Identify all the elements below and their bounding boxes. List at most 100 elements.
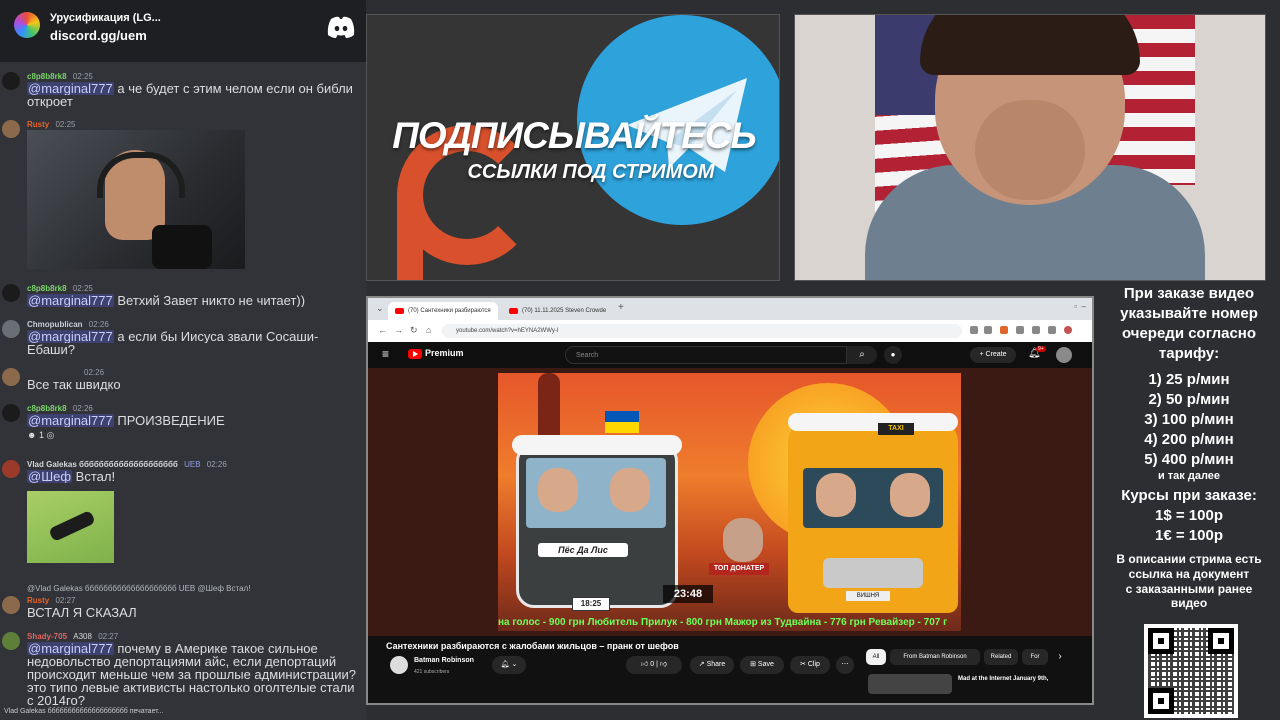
like-count: 0 <box>650 661 655 668</box>
username[interactable]: c8p8b8rk8 <box>27 404 67 413</box>
tariff-etc: и так далее <box>1157 470 1221 482</box>
more-actions-button[interactable]: ⋯ <box>836 656 854 674</box>
window-controls[interactable]: ▫ – <box>1074 302 1086 311</box>
avatar[interactable] <box>2 120 20 138</box>
chip-all[interactable]: All <box>866 649 886 665</box>
avatar[interactable] <box>2 368 20 386</box>
chip-from-channel[interactable]: From Batman Robinson <box>890 649 980 665</box>
video-frame[interactable]: Пёс Да Лис TAXI ВИШНЯ ТОП ДОНАТЕР 18:25 … <box>498 373 961 631</box>
extension-icon[interactable] <box>970 326 978 334</box>
mic-icon[interactable]: ● <box>884 346 902 364</box>
message-text: @marginal777 почему в Америке такое силь… <box>27 642 366 655</box>
server-name: Урусификация (LG... <box>50 12 161 24</box>
tariff-item: 5) 400 р/мин <box>1144 451 1234 468</box>
home-icon[interactable]: ⌂ <box>426 325 431 335</box>
forward-icon[interactable]: → <box>394 325 403 335</box>
message-text-line: недовольство депортациями айс, если депо… <box>27 655 337 668</box>
face <box>610 468 650 512</box>
avatar[interactable] <box>2 72 20 90</box>
message-text: @marginal777 ПРОИЗВЕДЕНИЕ <box>27 414 366 427</box>
username[interactable]: Vlad Galekas бббббббббббббббббббб <box>27 460 178 469</box>
server-invite-link[interactable]: discord.gg/uem <box>50 28 147 43</box>
info-line: При заказе видео <box>1123 285 1255 302</box>
video-title[interactable]: Сантехники разбираются с жалобами жильцо… <box>386 641 679 651</box>
timestamp: 02:26 <box>206 460 227 469</box>
create-button[interactable]: + Create <box>970 347 1016 363</box>
mention[interactable]: @marginal777 <box>27 330 114 343</box>
address-bar: ← → ↻ ⌂ youtube.com/watch?v=hEYNA2WWy-I <box>368 320 1092 343</box>
avatar[interactable] <box>2 460 20 478</box>
figure-lying <box>48 509 96 543</box>
reaction[interactable]: ☻ 1 ◎ <box>27 430 54 441</box>
microphone <box>152 225 212 269</box>
info-line: тарифу: <box>1158 345 1220 362</box>
recommended-thumbnail[interactable] <box>868 674 952 694</box>
username[interactable]: Chmopublican <box>27 320 83 329</box>
new-tab-icon[interactable]: + <box>618 302 624 313</box>
chip-related[interactable]: Related <box>984 649 1018 665</box>
subscribe-bell-button[interactable]: 🔔︎ ⌄ <box>492 656 526 674</box>
message-list[interactable]: c8p8b8rk8 02:25 @marginal777 а че будет … <box>0 62 366 720</box>
extension-icon[interactable] <box>1032 326 1040 334</box>
browser-tab[interactable]: (70) Сантехники разбираются <box>388 302 498 320</box>
user-avatar[interactable] <box>1056 347 1072 363</box>
username[interactable]: Rusty <box>27 596 49 605</box>
mention[interactable]: @Шеф <box>27 470 73 483</box>
search-input[interactable]: Search <box>565 346 847 364</box>
typing-indicator: Vlad Galekas бббббббббббббббббббб печата… <box>4 708 164 715</box>
extension-icon[interactable] <box>1016 326 1024 334</box>
mention[interactable]: @marginal777 <box>27 414 114 427</box>
rates-title: Курсы при заказе: <box>1121 487 1257 504</box>
tab-search-chevron-icon[interactable]: ⌄ <box>376 303 384 314</box>
reply-preview[interactable]: @Vlad Galekas бббббббббббббббббббб UEB @… <box>27 584 250 593</box>
tariff-item: 1) 25 р/мин <box>1148 371 1230 388</box>
avatar[interactable] <box>2 596 20 614</box>
username[interactable]: Shady-705 <box>27 632 67 641</box>
save-button[interactable]: ⊞ Save <box>740 656 784 674</box>
attached-image[interactable] <box>27 491 114 563</box>
url-field[interactable]: youtube.com/watch?v=hEYNA2WWy-I <box>442 324 962 338</box>
premium-label[interactable]: Premium <box>425 348 464 358</box>
youtube-logo-icon[interactable] <box>408 349 422 359</box>
channel-name[interactable]: Batman Robinson <box>414 657 474 664</box>
avatar[interactable] <box>2 284 20 302</box>
clip-button[interactable]: ✂ Clip <box>790 656 830 674</box>
chips-next-icon[interactable]: › <box>1052 649 1068 665</box>
message-meta: c8p8b8rk8 02:26 <box>27 404 93 413</box>
like-button[interactable]: 👍︎ 0 | 👎︎ <box>626 656 682 674</box>
extension-icon[interactable] <box>984 326 992 334</box>
mention[interactable]: @marginal777 <box>27 642 114 655</box>
chat-header: Урусификация (LG... discord.gg/uem <box>0 0 366 62</box>
face <box>816 473 856 517</box>
message-body: ПРОИЗВЕДЕНИЕ <box>113 414 225 427</box>
attached-image[interactable] <box>27 130 245 269</box>
reload-icon[interactable]: ↻ <box>410 325 418 336</box>
search-icon[interactable]: ⌕ <box>847 346 877 364</box>
avatar[interactable] <box>2 632 20 650</box>
video-player[interactable]: Пёс Да Лис TAXI ВИШНЯ ТОП ДОНАТЕР 18:25 … <box>368 368 1092 636</box>
username[interactable]: Rusty <box>27 120 49 129</box>
mention[interactable]: @marginal777 <box>27 82 114 95</box>
share-button[interactable]: ↗ Share <box>690 656 734 674</box>
rate-item: 1$ = 100р <box>1155 507 1223 524</box>
chip-for-you[interactable]: For <box>1022 649 1048 665</box>
extension-icon[interactable] <box>1048 326 1056 334</box>
browser-tab[interactable]: (70) 11.11.2025 Steven Crowde <box>502 302 612 320</box>
menu-icon[interactable]: ≡ <box>382 347 389 361</box>
avatar[interactable] <box>2 320 20 338</box>
recommended-title[interactable]: Mad at the Internet January 9th, <box>958 676 1048 682</box>
qr-code[interactable] <box>1144 624 1238 718</box>
profile-icon[interactable] <box>1064 326 1072 334</box>
extension-icon[interactable] <box>1000 326 1008 334</box>
mention[interactable]: @marginal777 <box>27 294 114 307</box>
avatar[interactable] <box>2 404 20 422</box>
tab-bar: ⌄ (70) Сантехники разбираются (70) 11.11… <box>368 298 1092 320</box>
create-label: Create <box>985 351 1007 358</box>
username[interactable]: c8p8b8rk8 <box>27 72 67 81</box>
back-icon[interactable]: ← <box>378 325 387 335</box>
message-body: почему в Америке такое сильное <box>113 642 318 655</box>
rate-item: 1€ = 100р <box>1155 527 1223 544</box>
timestamp: 02:27 <box>98 632 119 641</box>
channel-avatar[interactable] <box>390 656 408 674</box>
username[interactable]: c8p8b8rk8 <box>27 284 67 293</box>
